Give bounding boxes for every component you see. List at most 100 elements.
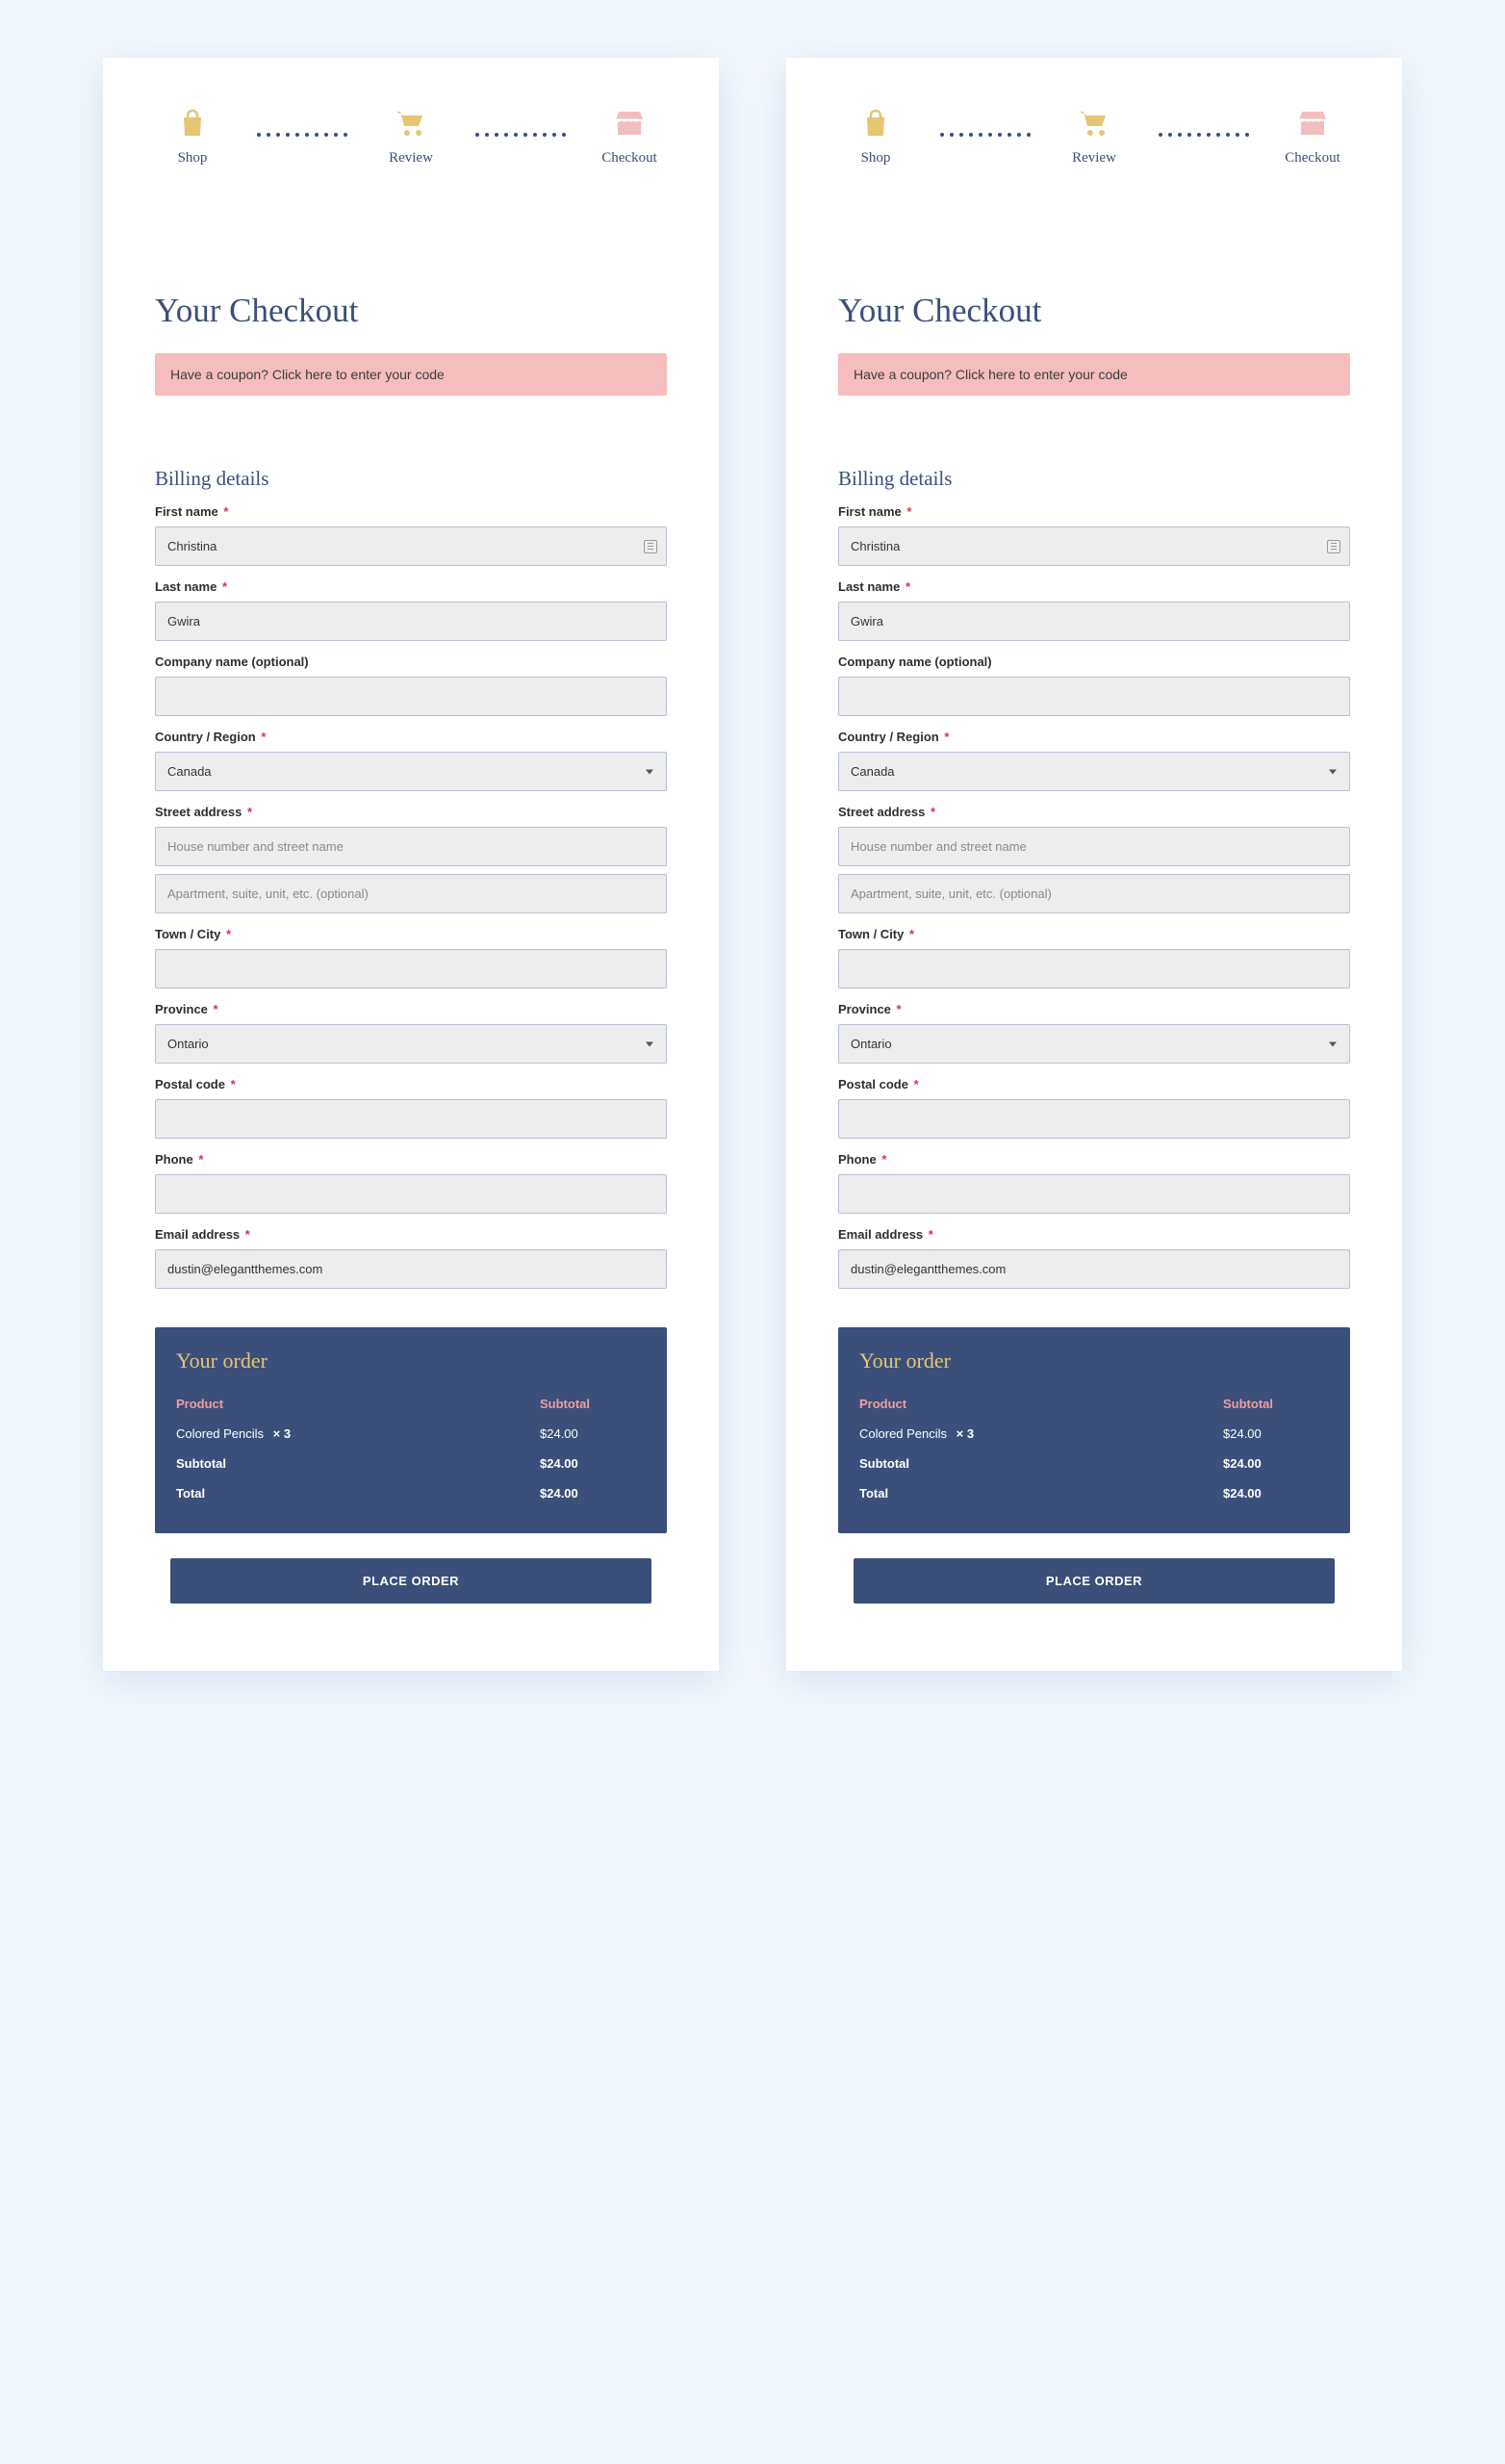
progress-label: Review	[1072, 150, 1116, 167]
last-name-input[interactable]	[155, 602, 667, 641]
postal-input[interactable]	[838, 1099, 1350, 1139]
coupon-text: Have a coupon?	[170, 367, 272, 382]
progress-dots	[1128, 106, 1279, 137]
street-line1-input[interactable]	[838, 827, 1350, 866]
store-icon	[1297, 106, 1328, 141]
progress-dots	[445, 106, 596, 137]
order-summary: Your order Product Subtotal Colored Penc…	[838, 1327, 1350, 1533]
street-line2-input[interactable]	[155, 874, 667, 913]
cart-icon	[395, 106, 427, 141]
last-name-input[interactable]	[838, 602, 1350, 641]
street-line1-input[interactable]	[155, 827, 667, 866]
progress-step-review[interactable]: Review	[1060, 106, 1128, 167]
field-email: Email address *	[838, 1227, 1350, 1289]
label-first-name: First name *	[838, 504, 1350, 519]
field-last-name: Last name *	[155, 579, 667, 641]
field-postal: Postal code *	[838, 1077, 1350, 1139]
order-subtotal-amount: $24.00	[1223, 1456, 1329, 1471]
field-phone: Phone *	[155, 1152, 667, 1214]
store-icon	[614, 106, 645, 141]
progress-bar: Shop Review Checkout	[155, 96, 667, 176]
progress-label: Checkout	[1285, 150, 1340, 167]
label-company: Company name (optional)	[838, 654, 1350, 669]
email-input[interactable]	[838, 1249, 1350, 1289]
progress-step-review[interactable]: Review	[377, 106, 445, 167]
coupon-notice: Have a coupon? Click here to enter your …	[838, 353, 1350, 396]
province-select[interactable]	[838, 1024, 1350, 1064]
label-email: Email address *	[838, 1227, 1350, 1242]
order-line-item: Colored Pencils × 3 $24.00	[176, 1419, 646, 1449]
phone-input[interactable]	[838, 1174, 1350, 1214]
order-subtotal-row: Subtotal $24.00	[859, 1449, 1329, 1478]
order-subtotal-amount: $24.00	[540, 1456, 646, 1471]
order-header-row: Product Subtotal	[176, 1389, 646, 1419]
page-title: Your Checkout	[155, 292, 667, 330]
page-title: Your Checkout	[838, 292, 1350, 330]
label-last-name: Last name *	[155, 579, 667, 594]
country-select[interactable]	[838, 752, 1350, 791]
label-last-name: Last name *	[838, 579, 1350, 594]
field-country: Country / Region *	[155, 730, 667, 791]
billing-heading: Billing details	[838, 467, 1350, 491]
progress-label: Checkout	[601, 150, 657, 167]
progress-step-checkout[interactable]: Checkout	[596, 106, 663, 167]
panel-pair: Shop Review Checkout	[38, 58, 1467, 1671]
first-name-input[interactable]	[155, 526, 667, 566]
label-city: Town / City *	[155, 927, 667, 941]
field-last-name: Last name *	[838, 579, 1350, 641]
label-postal: Postal code *	[838, 1077, 1350, 1091]
street-line2-input[interactable]	[838, 874, 1350, 913]
progress-bar: Shop Review Checkout	[838, 96, 1350, 176]
country-select[interactable]	[155, 752, 667, 791]
field-province: Province *	[838, 1002, 1350, 1064]
progress-label: Shop	[178, 150, 208, 167]
order-header-product: Product	[859, 1397, 1223, 1411]
province-select[interactable]	[155, 1024, 667, 1064]
field-street: Street address *	[838, 805, 1350, 913]
field-postal: Postal code *	[155, 1077, 667, 1139]
bag-icon	[862, 106, 889, 141]
autofill-icon[interactable]	[644, 540, 657, 553]
order-total-row: Total $24.00	[176, 1478, 646, 1508]
progress-step-shop[interactable]: Shop	[842, 106, 909, 167]
company-input[interactable]	[155, 677, 667, 716]
field-first-name: First name *	[155, 504, 667, 566]
first-name-input[interactable]	[838, 526, 1350, 566]
label-email: Email address *	[155, 1227, 667, 1242]
coupon-notice: Have a coupon? Click here to enter your …	[155, 353, 667, 396]
field-street: Street address *	[155, 805, 667, 913]
city-input[interactable]	[838, 949, 1350, 988]
field-email: Email address *	[155, 1227, 667, 1289]
city-input[interactable]	[155, 949, 667, 988]
order-heading: Your order	[176, 1348, 646, 1373]
postal-input[interactable]	[155, 1099, 667, 1139]
order-total-amount: $24.00	[1223, 1486, 1329, 1501]
progress-step-shop[interactable]: Shop	[159, 106, 226, 167]
place-order-button[interactable]: PLACE ORDER	[854, 1558, 1335, 1604]
label-street: Street address *	[155, 805, 667, 819]
place-order-button[interactable]: PLACE ORDER	[170, 1558, 651, 1604]
label-country: Country / Region *	[155, 730, 667, 744]
progress-step-checkout[interactable]: Checkout	[1279, 106, 1346, 167]
label-country: Country / Region *	[838, 730, 1350, 744]
company-input[interactable]	[838, 677, 1350, 716]
order-header-row: Product Subtotal	[859, 1389, 1329, 1419]
email-input[interactable]	[155, 1249, 667, 1289]
checkout-panel: Shop Review Checkout	[786, 58, 1402, 1671]
phone-input[interactable]	[155, 1174, 667, 1214]
order-item-qty: × 3	[957, 1426, 974, 1441]
order-total-label: Total	[176, 1486, 540, 1501]
label-province: Province *	[155, 1002, 667, 1016]
coupon-link[interactable]: Click here to enter your code	[272, 367, 445, 382]
cart-icon	[1078, 106, 1110, 141]
label-phone: Phone *	[838, 1152, 1350, 1167]
label-phone: Phone *	[155, 1152, 667, 1167]
field-first-name: First name *	[838, 504, 1350, 566]
label-street: Street address *	[838, 805, 1350, 819]
coupon-link[interactable]: Click here to enter your code	[956, 367, 1128, 382]
progress-label: Shop	[861, 150, 891, 167]
order-subtotal-row: Subtotal $24.00	[176, 1449, 646, 1478]
coupon-text: Have a coupon?	[854, 367, 956, 382]
autofill-icon[interactable]	[1327, 540, 1340, 553]
progress-label: Review	[389, 150, 433, 167]
